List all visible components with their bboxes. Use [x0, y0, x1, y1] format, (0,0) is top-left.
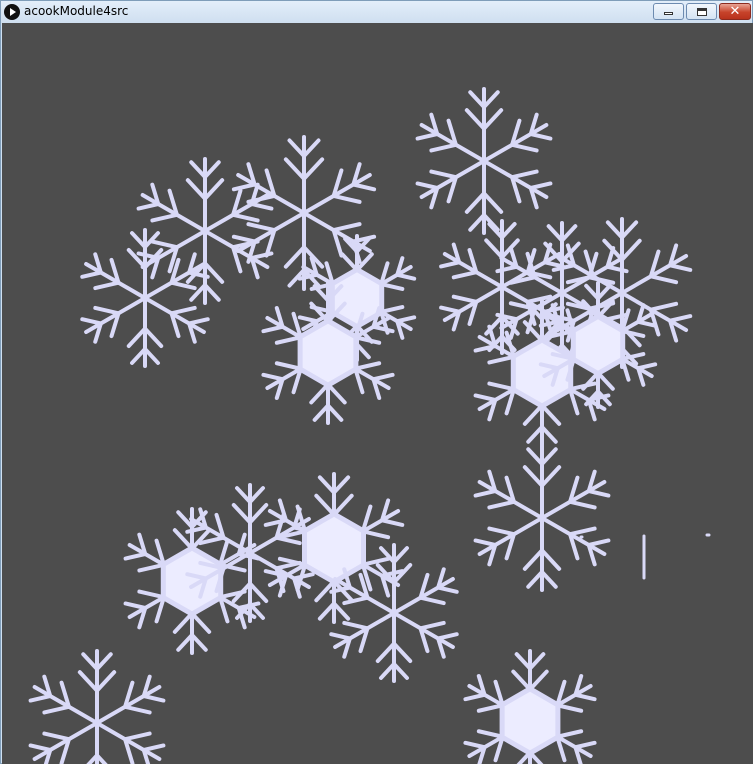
snowflake-hexagon — [570, 313, 626, 377]
snowflake-hexagon — [160, 545, 224, 617]
close-button[interactable]: ✕ — [719, 3, 751, 20]
snowflake-hexagon — [302, 511, 366, 585]
close-icon: ✕ — [729, 4, 741, 19]
maximize-icon — [696, 7, 707, 16]
snowflake — [439, 219, 565, 355]
processing-play-icon[interactable] — [4, 4, 20, 20]
window-title: acookModule4src — [24, 4, 129, 18]
snowflake — [473, 444, 611, 592]
app-window: acookModule4src ✕ — [0, 0, 753, 764]
sketch-canvas[interactable] — [2, 23, 753, 764]
snowflake-hexagon — [510, 337, 574, 409]
snowflake — [463, 649, 597, 764]
minimize-button[interactable] — [653, 3, 684, 20]
title-bar[interactable]: acookModule4src ✕ — [1, 1, 752, 23]
snowflake — [80, 228, 210, 368]
snowflake-hexagon — [499, 685, 561, 757]
maximize-button[interactable] — [686, 3, 717, 20]
snowflake-hexagon — [297, 317, 359, 389]
snowflake — [28, 649, 166, 764]
snowflake — [415, 87, 553, 235]
minimize-icon — [664, 12, 673, 15]
snowflake-drawing — [28, 87, 711, 764]
